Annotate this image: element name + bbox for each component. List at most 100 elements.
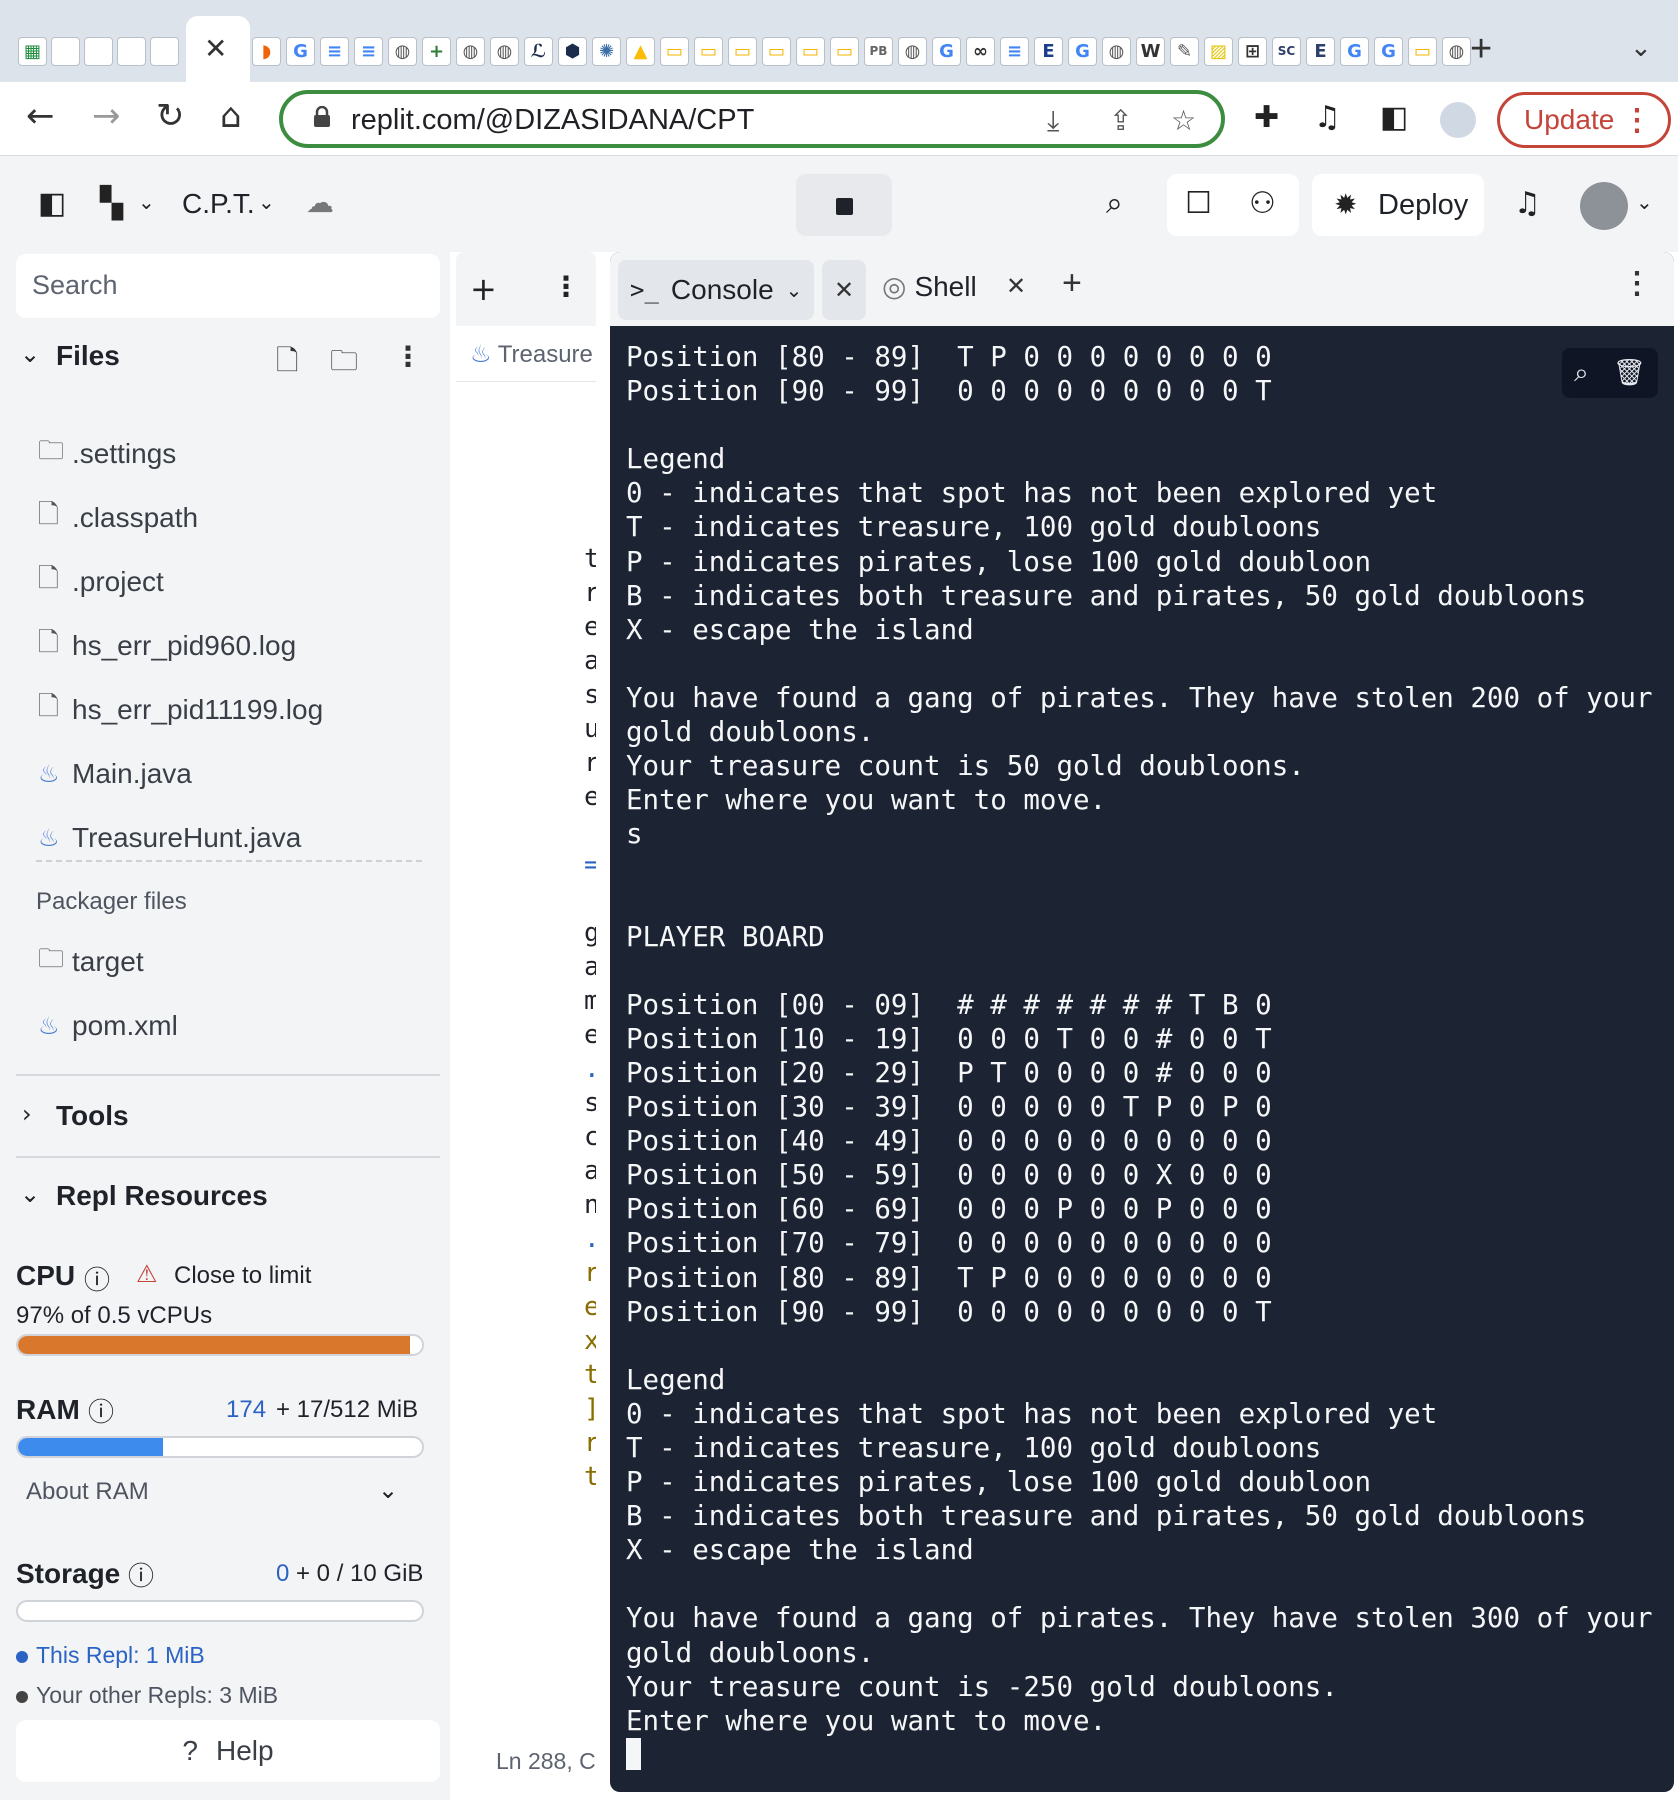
storage-info-icon[interactable]: ⓘ — [128, 1556, 154, 1593]
google-icon[interactable]: G — [286, 36, 315, 66]
globe-icon[interactable]: ◍ — [456, 36, 485, 66]
google-icon[interactable]: G — [1068, 36, 1097, 66]
slides-icon[interactable]: ▭ — [694, 36, 723, 66]
globe-icon[interactable]: ◍ — [898, 36, 927, 66]
w-icon[interactable]: W — [1136, 36, 1165, 66]
google-icon[interactable]: G — [1340, 36, 1369, 66]
file-item[interactable]: 🗋 hs_err_pid11199.log — [38, 690, 323, 730]
file-item[interactable]: ♨ TreasureHunt.java — [38, 818, 301, 858]
globe-icon[interactable]: ◍ — [1442, 36, 1471, 66]
new-file-icon[interactable]: 🗋 — [276, 340, 299, 388]
project-chevron-down-icon[interactable]: ⌄ — [258, 190, 275, 214]
docs-icon[interactable]: ≡ — [320, 36, 349, 66]
file-item[interactable]: ♨ pom.xml — [38, 1006, 178, 1046]
new-tab-button[interactable]: + — [1470, 28, 1492, 71]
invite-user-icon[interactable]: ⚇ — [1249, 186, 1276, 221]
pen-icon[interactable]: ℒ — [524, 36, 553, 66]
link-icon[interactable]: ∞ — [966, 36, 995, 66]
globe-icon[interactable]: ◍ — [1102, 36, 1131, 66]
search-input[interactable]: Search — [16, 254, 440, 318]
new-folder-icon[interactable]: 🗀 — [330, 340, 358, 388]
e-icon[interactable]: E — [1306, 36, 1335, 66]
media-playlist-icon[interactable]: ♫ — [1314, 100, 1341, 135]
resources-section-title[interactable]: Repl Resources — [56, 1180, 268, 1212]
active-browser-tab[interactable]: ✕ — [186, 16, 250, 82]
reload-icon[interactable]: ↻ — [156, 96, 185, 136]
update-button[interactable]: Update ⋮ — [1497, 92, 1671, 148]
files-section-title[interactable]: Files — [56, 340, 120, 372]
docs-icon[interactable]: ≡ — [1000, 36, 1029, 66]
console-input-line[interactable] — [626, 1737, 1656, 1772]
forward-arrow-icon[interactable]: → — [92, 96, 121, 136]
seal-icon[interactable]: ✺ — [592, 36, 621, 66]
chat-icon[interactable]: ☐ — [1185, 186, 1212, 221]
console-chevron-down-icon[interactable]: ⌄ — [786, 278, 803, 303]
ram-info-icon[interactable]: ⓘ — [88, 1392, 114, 1429]
notion-icon[interactable]: N — [117, 36, 146, 66]
hazard-icon[interactable]: ▨ — [1204, 36, 1233, 66]
grid-icon[interactable]: ⊞ — [1238, 36, 1267, 66]
console-menu-icon[interactable]: ⋮ — [1622, 266, 1652, 301]
share-icon[interactable]: ⇪ — [1109, 104, 1132, 137]
file-item[interactable]: ♨ Main.java — [38, 754, 192, 794]
about-ram-chevron-down-icon[interactable]: ⌄ — [378, 1476, 398, 1504]
tab-shell[interactable]: ◎ Shell — [882, 270, 977, 303]
help-button[interactable]: ? Help — [16, 1720, 440, 1782]
code-icon[interactable]: [·] — [51, 36, 80, 66]
notion-icon[interactable]: N — [150, 36, 179, 66]
search-icon[interactable]: ⌕ — [1106, 186, 1123, 221]
new-pane-tab-icon[interactable]: + — [1062, 264, 1082, 303]
globe-icon[interactable]: ◍ — [388, 36, 417, 66]
editor-file-tab[interactable]: ♨ Treasure — [456, 326, 596, 382]
slides-icon[interactable]: ▭ — [762, 36, 791, 66]
google-icon[interactable]: G — [1374, 36, 1403, 66]
pb-icon[interactable]: PB — [864, 36, 893, 66]
docs-icon[interactable]: ≡ — [354, 36, 383, 66]
profile-avatar[interactable] — [1440, 102, 1476, 138]
file-item[interactable]: 🗋 .classpath — [38, 498, 198, 538]
install-app-icon[interactable]: ⤓ — [1047, 104, 1059, 138]
e-icon[interactable]: E — [1034, 36, 1063, 66]
address-bar[interactable]: replit.com/@DIZASIDANA/CPT ⤓ ⇪ ☆ — [279, 90, 1225, 148]
cpu-info-icon[interactable]: ⓘ — [84, 1260, 110, 1297]
notion-icon[interactable]: N — [84, 36, 113, 66]
files-menu-icon[interactable]: ⋮ — [394, 340, 422, 373]
close-tab-icon[interactable]: ✕ — [204, 32, 227, 65]
slides-icon[interactable]: ▭ — [660, 36, 689, 66]
project-name[interactable]: C.P.T. — [182, 188, 255, 220]
sc-icon[interactable]: SC — [1272, 36, 1301, 66]
back-arrow-icon[interactable]: ← — [26, 96, 55, 136]
cross-icon[interactable]: + — [422, 36, 451, 66]
slides-icon[interactable]: ▭ — [728, 36, 757, 66]
bookmark-star-icon[interactable]: ☆ — [1171, 104, 1196, 137]
user-avatar[interactable] — [1580, 182, 1628, 230]
stop-button[interactable] — [796, 174, 892, 236]
sheets-icon[interactable]: ▦ — [18, 36, 47, 66]
file-item[interactable]: 🗀 target — [38, 942, 144, 982]
logo-chevron-down-icon[interactable]: ⌄ — [138, 190, 155, 214]
replit-icon[interactable]: ◗ — [252, 36, 281, 66]
about-ram-toggle[interactable]: About RAM — [26, 1478, 149, 1506]
resources-collapse-chevron-icon[interactable]: ⌄ — [20, 1180, 40, 1208]
close-shell-tab-icon[interactable]: ✕ — [1006, 272, 1026, 301]
shield-icon[interactable]: ⬢ — [558, 36, 587, 66]
sidebar-toggle-icon[interactable]: ◧ — [38, 186, 66, 221]
slides-icon[interactable]: ▭ — [796, 36, 825, 66]
home-icon[interactable]: ⌂ — [220, 96, 242, 136]
tab-console[interactable]: >_ Console ⌄ — [618, 260, 814, 320]
code-visible-column[interactable]: treasure=game.scan.rext]rt — [584, 542, 596, 1494]
chrome-menu-icon[interactable]: ⋮ — [1622, 103, 1652, 138]
console-output[interactable]: Position [80 - 89] T P 0 0 0 0 0 0 0 0 Po… — [626, 340, 1656, 1772]
feather-icon[interactable]: ✎ — [1170, 36, 1199, 66]
tools-section-title[interactable]: Tools — [56, 1100, 129, 1132]
close-console-tab-icon[interactable]: ✕ — [822, 260, 866, 320]
notifications-bell-icon[interactable]: ♫ — [1514, 186, 1541, 221]
file-item[interactable]: 🗋 hs_err_pid960.log — [38, 626, 296, 666]
extensions-puzzle-icon[interactable]: ✚ — [1254, 100, 1279, 135]
files-collapse-chevron-icon[interactable]: ⌄ — [20, 340, 40, 368]
file-item[interactable]: 🗋 .project — [38, 562, 164, 602]
file-item[interactable]: 🗀 .settings — [38, 434, 176, 474]
side-panel-icon[interactable]: ◧ — [1380, 100, 1408, 135]
slides-icon[interactable]: ▭ — [830, 36, 859, 66]
drive-icon[interactable]: ▲ — [626, 36, 655, 66]
